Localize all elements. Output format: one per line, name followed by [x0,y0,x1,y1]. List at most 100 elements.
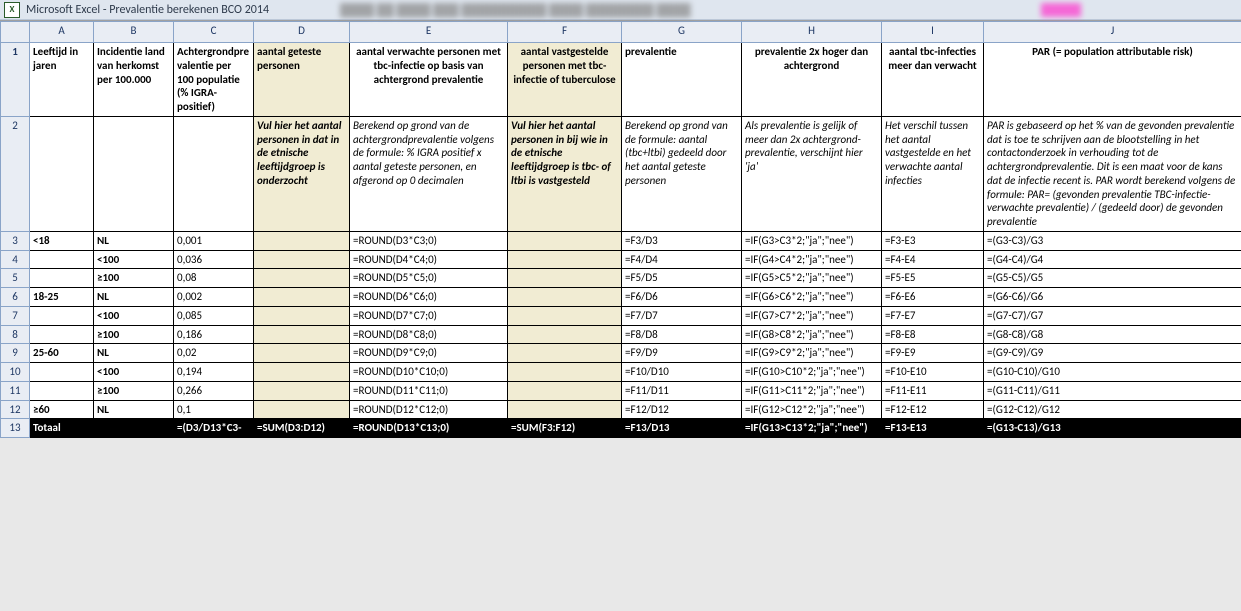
cell-G10[interactable]: =F10/D10 [622,363,742,382]
cell-E4[interactable]: =ROUND(D4*C4;0) [350,250,508,269]
cell-B5[interactable]: ≥100 [94,269,174,288]
cell-F11[interactable] [508,381,622,400]
cell-C5[interactable]: 0,08 [174,269,254,288]
cell-E2[interactable]: Berekend op grond van de achtergrondprev… [350,116,508,231]
cell-I3[interactable]: =F3-E3 [882,231,984,250]
cell-I6[interactable]: =F6-E6 [882,288,984,307]
cell-H12[interactable]: =IF(G12>C12*2;"ja";"nee") [742,400,882,419]
cell-C10[interactable]: 0,194 [174,363,254,382]
cell-I10[interactable]: =F10-E10 [882,363,984,382]
cell-H10[interactable]: =IF(G10>C10*2;"ja";"nee") [742,363,882,382]
cell-F4[interactable] [508,250,622,269]
cell-A1[interactable]: Leeftijd in jaren [30,43,94,117]
cell-C7[interactable]: 0,085 [174,306,254,325]
cell-J3[interactable]: =(G3-C3)/G3 [984,231,1241,250]
cell-F1[interactable]: aantal vastgestelde personen met tbc-inf… [508,43,622,117]
col-head-H[interactable]: H [742,22,882,43]
cell-D12[interactable] [254,400,350,419]
col-head-F[interactable]: F [508,22,622,43]
cell-J9[interactable]: =(G9-C9)/G9 [984,344,1241,363]
col-head-I[interactable]: I [882,22,984,43]
cell-B2[interactable] [94,116,174,231]
cell-A7[interactable] [30,306,94,325]
cell-B12[interactable]: NL [94,400,174,419]
cell-A2[interactable] [30,116,94,231]
cell-D8[interactable] [254,325,350,344]
row-1[interactable]: 1 Leeftijd in jaren Incidentie land van … [1,43,1241,117]
col-head-G[interactable]: G [622,22,742,43]
cell-A3[interactable]: <18 [30,231,94,250]
cell-I13[interactable]: =F13-E13 [882,419,984,438]
cell-H8[interactable]: =IF(G8>C8*2;"ja";"nee") [742,325,882,344]
cell-J11[interactable]: =(G11-C11)/G11 [984,381,1241,400]
row-head-4[interactable]: 4 [1,250,30,269]
cell-F5[interactable] [508,269,622,288]
cell-F13[interactable]: =SUM(F3:F12) [508,419,622,438]
cell-G1[interactable]: prevalentie [622,43,742,117]
cell-I9[interactable]: =F9-E9 [882,344,984,363]
cell-A11[interactable] [30,381,94,400]
cell-H2[interactable]: Als prevalentie is gelijk of meer dan 2x… [742,116,882,231]
row-head-8[interactable]: 8 [1,325,30,344]
row-12[interactable]: 12 ≥60 NL 0,1 =ROUND(D12*C12;0) =F12/D12… [1,400,1241,419]
cell-F3[interactable] [508,231,622,250]
select-all-corner[interactable] [1,22,30,43]
cell-B8[interactable]: ≥100 [94,325,174,344]
cell-A4[interactable] [30,250,94,269]
cell-B4[interactable]: <100 [94,250,174,269]
cell-I12[interactable]: =F12-E12 [882,400,984,419]
cell-J5[interactable]: =(G5-C5)/G5 [984,269,1241,288]
row-head-2[interactable]: 2 [1,116,30,231]
cell-A8[interactable] [30,325,94,344]
cell-B13[interactable] [94,419,174,438]
cell-F6[interactable] [508,288,622,307]
cell-A5[interactable] [30,269,94,288]
cell-F2[interactable]: Vul hier het aantal personen in bij wie … [508,116,622,231]
cell-C6[interactable]: 0,002 [174,288,254,307]
cell-J1[interactable]: PAR (= population attributable risk) [984,43,1241,117]
cell-D1[interactable]: aantal geteste personen [254,43,350,117]
cell-G4[interactable]: =F4/D4 [622,250,742,269]
cell-I8[interactable]: =F8-E8 [882,325,984,344]
cell-D5[interactable] [254,269,350,288]
cell-D10[interactable] [254,363,350,382]
row-head-11[interactable]: 11 [1,381,30,400]
row-3[interactable]: 3 <18 NL 0,001 =ROUND(D3*C3;0) =F3/D3 =I… [1,231,1241,250]
cell-D11[interactable] [254,381,350,400]
cell-J7[interactable]: =(G7-C7)/G7 [984,306,1241,325]
cell-C9[interactable]: 0,02 [174,344,254,363]
cell-J13[interactable]: =(G13-C13)/G13 [984,419,1241,438]
row-2[interactable]: 2 Vul hier het aantal personen in dat in… [1,116,1241,231]
row-head-9[interactable]: 9 [1,344,30,363]
cell-C1[interactable]: Achtergrondprevalentie per 100 populatie… [174,43,254,117]
row-7[interactable]: 7 <100 0,085 =ROUND(D7*C7;0) =F7/D7 =IF(… [1,306,1241,325]
row-5[interactable]: 5 ≥100 0,08 =ROUND(D5*C5;0) =F5/D5 =IF(G… [1,269,1241,288]
cell-J4[interactable]: =(G4-C4)/G4 [984,250,1241,269]
cell-G7[interactable]: =F7/D7 [622,306,742,325]
cell-J12[interactable]: =(G12-C12)/G12 [984,400,1241,419]
cell-E12[interactable]: =ROUND(D12*C12;0) [350,400,508,419]
cell-G3[interactable]: =F3/D3 [622,231,742,250]
column-header-row[interactable]: A B C D E F G H I J [1,22,1241,43]
cell-A9[interactable]: 25-60 [30,344,94,363]
row-head-13[interactable]: 13 [1,419,30,438]
cell-E9[interactable]: =ROUND(D9*C9;0) [350,344,508,363]
cell-H11[interactable]: =IF(G11>C11*2;"ja";"nee") [742,381,882,400]
cell-B1[interactable]: Incidentie land van herkomst per 100.000 [94,43,174,117]
cell-E6[interactable]: =ROUND(D6*C6;0) [350,288,508,307]
cell-C11[interactable]: 0,266 [174,381,254,400]
row-6[interactable]: 6 18-25 NL 0,002 =ROUND(D6*C6;0) =F6/D6 … [1,288,1241,307]
cell-H4[interactable]: =IF(G4>C4*2;"ja";"nee") [742,250,882,269]
cell-B11[interactable]: ≥100 [94,381,174,400]
cell-I4[interactable]: =F4-E4 [882,250,984,269]
row-8[interactable]: 8 ≥100 0,186 =ROUND(D8*C8;0) =F8/D8 =IF(… [1,325,1241,344]
cell-B10[interactable]: <100 [94,363,174,382]
cell-B6[interactable]: NL [94,288,174,307]
cell-I2[interactable]: Het verschil tussen het aantal vastgeste… [882,116,984,231]
cell-C4[interactable]: 0,036 [174,250,254,269]
cell-H7[interactable]: =IF(G7>C7*2;"ja";"nee") [742,306,882,325]
cell-A10[interactable] [30,363,94,382]
row-head-1[interactable]: 1 [1,43,30,117]
cell-D7[interactable] [254,306,350,325]
cell-C13[interactable]: =(D3/D13*C3- [174,419,254,438]
